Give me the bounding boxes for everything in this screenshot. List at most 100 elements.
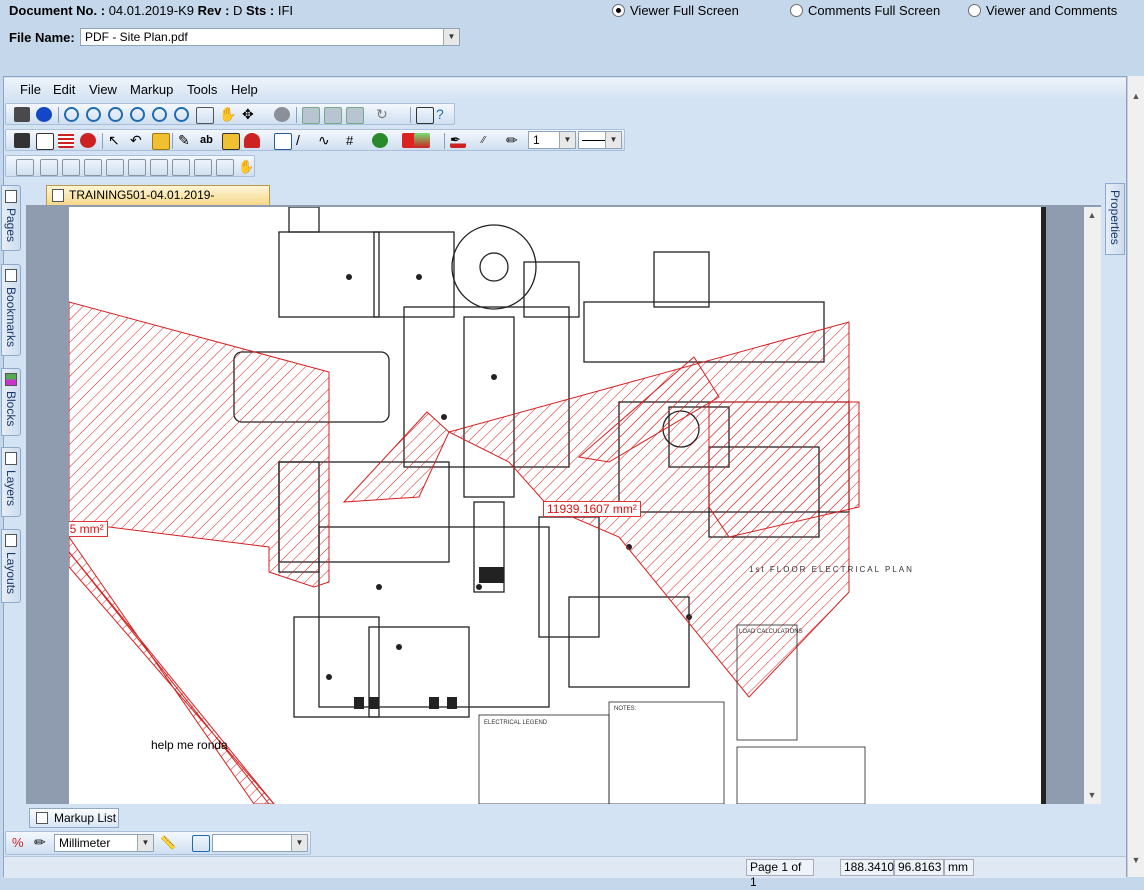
line-width-icon[interactable]: ✏: [506, 133, 522, 148]
first-page-icon[interactable]: [302, 107, 320, 124]
find-icon[interactable]: [416, 107, 434, 124]
side-tab-blocks[interactable]: Blocks: [1, 368, 21, 436]
menu-tools[interactable]: Tools: [187, 82, 217, 97]
side-tab-label: Bookmarks: [4, 287, 18, 348]
3d-rotate-icon[interactable]: [128, 159, 146, 176]
menu-edit[interactable]: Edit: [53, 82, 75, 97]
curve-icon[interactable]: /: [296, 133, 312, 148]
radio-viewer-full-screen[interactable]: Viewer Full Screen: [612, 3, 739, 18]
3d-cut-icon[interactable]: [194, 159, 212, 176]
file-name-select[interactable]: PDF - Site Plan.pdf ▼: [80, 28, 460, 46]
3d-pan-icon[interactable]: ✋: [238, 159, 254, 174]
chevron-down-icon[interactable]: ▼: [443, 29, 459, 45]
ruler-icon[interactable]: 📏: [160, 835, 176, 850]
area-label-left[interactable]: 75 mm²: [69, 521, 108, 537]
eraser-icon[interactable]: ✎: [178, 133, 194, 148]
pan-hand-icon[interactable]: ✋: [219, 107, 236, 122]
properties-tab[interactable]: Properties: [1105, 183, 1125, 255]
layers-icon[interactable]: [58, 133, 74, 148]
save-icon[interactable]: [14, 133, 30, 148]
radio-icon: [612, 4, 625, 17]
3d-top-icon[interactable]: [84, 159, 102, 176]
scroll-up-icon[interactable]: ▲: [1128, 88, 1144, 104]
3d-iso-icon[interactable]: [106, 159, 124, 176]
menu-file[interactable]: File: [20, 82, 41, 97]
menu-view[interactable]: View: [89, 82, 117, 97]
chevron-down-icon[interactable]: ▼: [137, 835, 153, 851]
hash-icon[interactable]: ∿: [318, 133, 334, 148]
scroll-down-icon[interactable]: ▼: [1084, 787, 1100, 803]
zoom-minus-icon[interactable]: [130, 107, 145, 122]
document-vertical-scrollbar[interactable]: ▲ ▼: [1084, 207, 1101, 804]
menu-help[interactable]: Help: [231, 82, 258, 97]
line-color-pen-icon[interactable]: ✒: [450, 133, 466, 148]
folder-icon[interactable]: [152, 133, 170, 150]
attach-icon[interactable]: [244, 133, 260, 148]
pdf-file-icon: [52, 189, 64, 202]
zoom-out-icon[interactable]: [152, 107, 167, 122]
document-tab[interactable]: TRAINING501-04.01.2019-K9.D.IFI.pdf: [46, 185, 270, 221]
zoom-plus-icon[interactable]: [108, 107, 123, 122]
menu-bar: File Edit View Markup Tools Help: [4, 78, 1126, 100]
line-width-select[interactable]: 1 ▼: [528, 131, 576, 149]
last-page-icon[interactable]: [346, 107, 364, 124]
toolbar-separator: [172, 133, 173, 149]
note-text[interactable]: help me ronda: [151, 738, 228, 752]
properties-icon[interactable]: [36, 133, 54, 150]
3d-front-icon[interactable]: [40, 159, 58, 176]
document-info: Document No. : 04.01.2019-K9 Rev : D Sts…: [9, 3, 293, 18]
move-icon[interactable]: ✥: [242, 107, 258, 122]
area-label-center[interactable]: 11939.1607 mm²: [543, 501, 641, 517]
zoom-window-icon[interactable]: [196, 107, 214, 124]
hatch-icon[interactable]: ⁄⁄: [482, 133, 498, 148]
scroll-down-icon[interactable]: ▼: [1128, 852, 1144, 868]
stamp-icon[interactable]: [222, 133, 240, 150]
markup-list-tab[interactable]: Markup List: [29, 808, 119, 828]
line-color-icon[interactable]: [414, 133, 430, 148]
side-tab-layers[interactable]: Layers: [1, 447, 21, 517]
zoom-in-icon[interactable]: [64, 107, 79, 122]
text-icon[interactable]: ab: [200, 133, 216, 148]
side-tab-bookmarks[interactable]: Bookmarks: [1, 264, 21, 356]
scroll-up-icon[interactable]: ▲: [1084, 207, 1100, 223]
3d-orbit-icon[interactable]: [172, 159, 190, 176]
zoom-area-icon[interactable]: [86, 107, 101, 122]
chevron-down-icon[interactable]: ▼: [605, 132, 621, 148]
chevron-down-icon[interactable]: ▼: [291, 835, 307, 851]
measure-settings-icon[interactable]: [192, 835, 210, 852]
delete-icon[interactable]: [80, 133, 96, 148]
info-icon[interactable]: [36, 107, 52, 122]
outer-vertical-scrollbar[interactable]: ▲ ▼: [1127, 76, 1144, 877]
radio-viewer-and-comments[interactable]: Viewer and Comments: [968, 3, 1117, 18]
color-fill-icon[interactable]: [372, 133, 388, 148]
hatch-pattern-icon[interactable]: #: [346, 133, 362, 148]
doc-no-value: 04.01.2019-K9: [108, 3, 194, 18]
toolbar-navigation: ✋ ✥ ↻ ?: [5, 103, 455, 125]
3d-hand-icon[interactable]: [216, 159, 234, 176]
chevron-down-icon[interactable]: ▼: [559, 132, 575, 148]
calibrate-pen-icon[interactable]: ✏: [34, 835, 50, 850]
measure-scale-icon[interactable]: %: [12, 835, 28, 850]
select-arrow-icon[interactable]: ↖: [108, 133, 124, 148]
line-style-select[interactable]: ▼: [578, 131, 622, 149]
print-icon[interactable]: [14, 107, 30, 122]
undo-icon[interactable]: ↶: [130, 133, 146, 148]
side-tab-pages[interactable]: Pages: [1, 185, 21, 251]
coord-y: 96.8163: [894, 859, 944, 876]
drawing-page[interactable]: ELECTRICAL LEGEND NOTES: LOAD CALCULATIO…: [69, 207, 1041, 804]
measure-option-select[interactable]: ▼: [212, 834, 308, 852]
3d-walk-icon[interactable]: [150, 159, 168, 176]
3d-side-icon[interactable]: [62, 159, 80, 176]
zoom-fit-icon[interactable]: [174, 107, 189, 122]
rotate-icon[interactable]: [274, 107, 290, 122]
toolbar-separator: [444, 133, 445, 149]
pen-icon[interactable]: [274, 133, 292, 150]
refresh-icon[interactable]: ↻: [376, 107, 392, 122]
side-tab-layouts[interactable]: Layouts: [1, 529, 21, 603]
menu-markup[interactable]: Markup: [130, 82, 173, 97]
help-icon[interactable]: ?: [436, 107, 452, 122]
unit-select[interactable]: Millimeter ▼: [54, 834, 154, 852]
3d-box-icon[interactable]: [16, 159, 34, 176]
next-page-icon[interactable]: [324, 107, 342, 124]
radio-comments-full-screen[interactable]: Comments Full Screen: [790, 3, 940, 18]
